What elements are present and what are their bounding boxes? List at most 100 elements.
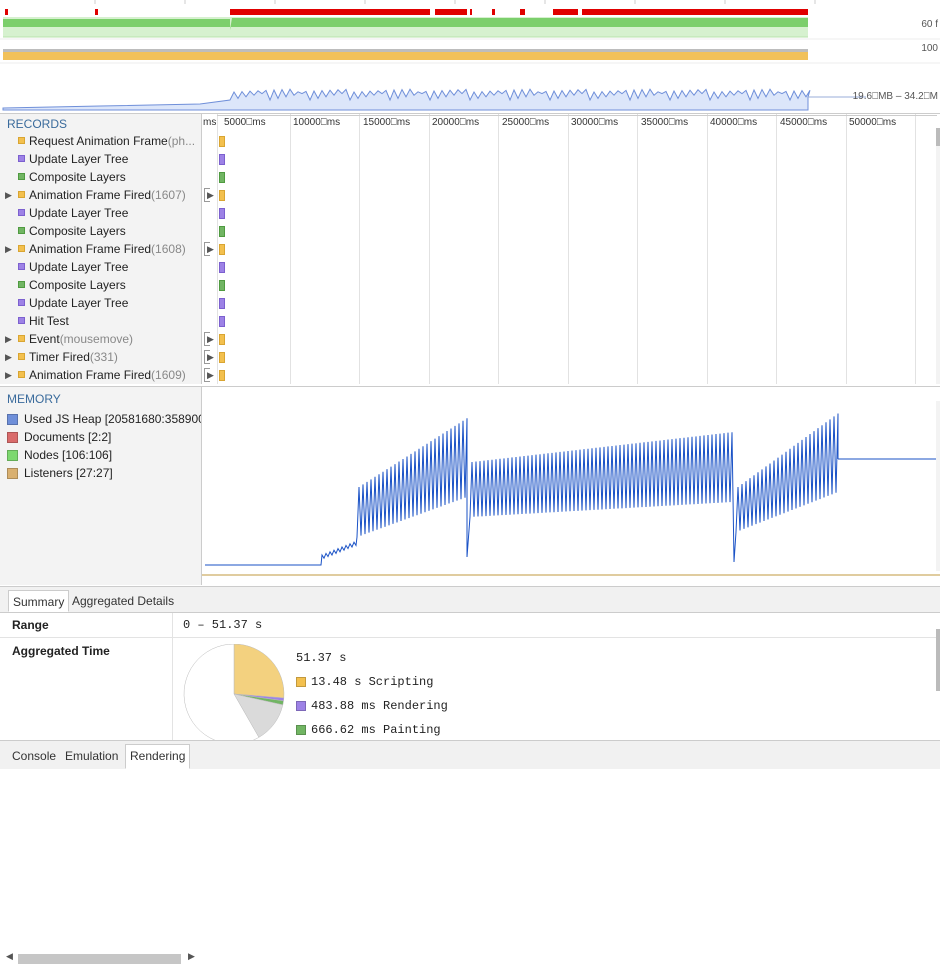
expand-arrow-icon[interactable]: ▶ [207,334,214,345]
record-bar[interactable] [219,298,225,309]
overview-graphs [0,0,940,111]
expand-arrow-icon[interactable]: ▶ [207,244,214,255]
grid-line [217,114,218,384]
grid-time-label: 10000⎕ms [293,117,341,128]
record-bar[interactable] [219,244,225,255]
record-bar[interactable] [219,226,225,237]
record-row[interactable]: Update Layer Tree [0,258,201,276]
details-scrollbar[interactable] [936,629,940,691]
record-row[interactable]: ▶ Animation Frame Fired(1608) [0,240,201,258]
scrollbar-thumb[interactable] [18,954,181,964]
record-row[interactable]: Update Layer Tree [0,204,201,222]
grid-time-label: 20000⎕ms [432,117,480,128]
expand-arrow-icon[interactable]: ▶ [207,370,214,381]
counter-label: Used JS Heap [20581680:3589004 [24,412,201,426]
record-name: Composite Layers [29,170,126,184]
memory-graph[interactable] [202,386,940,585]
drawer-tabbar: Console Emulation Rendering [0,740,940,769]
record-bar[interactable] [219,136,225,147]
record-color-swatch [18,335,25,342]
record-detail: (1609) [151,368,186,382]
memory-counter[interactable]: Listeners [27:27] [7,464,201,482]
expand-arrow-icon[interactable]: ▶ [5,240,12,258]
record-row[interactable]: ▶ Event(mousemove) [0,330,201,348]
record-bar[interactable] [219,316,225,327]
record-row[interactable]: Composite Layers [0,222,201,240]
record-row[interactable]: Composite Layers [0,276,201,294]
tab-rendering[interactable]: Rendering [125,744,191,769]
memory-counter[interactable]: Used JS Heap [20581680:3589004 [7,410,201,428]
record-color-swatch [18,227,25,234]
expand-arrow-icon[interactable]: ▶ [207,190,214,201]
tab-emulation[interactable]: Emulation [61,745,122,767]
memory-heap-chart [202,413,940,576]
record-color-swatch [18,209,25,216]
records-title: RECORDS [7,117,68,131]
counter-checkbox[interactable] [7,432,18,443]
tab-summary[interactable]: Summary [8,590,70,612]
record-bar[interactable] [219,154,225,165]
memory-horizontal-scrollbar[interactable]: ◀ ▶ [6,951,196,965]
record-bar[interactable] [219,262,225,273]
grid-time-label: 5000⎕ms [224,117,266,128]
counter-label: Listeners [27:27] [24,466,113,480]
expand-arrow-icon[interactable]: ▶ [207,352,214,363]
aggregated-pie-chart [183,644,285,741]
record-row[interactable]: ▶ Timer Fired(331) [0,348,201,366]
record-detail: (331) [89,350,118,364]
record-name: Update Layer Tree [29,152,129,166]
fps-scale-label: 60 f [921,19,938,30]
memory-counter[interactable]: Nodes [106:106] [7,446,201,464]
legend-swatch [296,677,306,687]
scrollbar-thumb[interactable] [936,128,940,146]
timeline-ruler-line [217,115,937,116]
record-color-swatch [18,281,25,288]
expand-arrow-icon[interactable]: ▶ [5,348,12,366]
timeline-overview[interactable]: 60 f 100 19.6⎕MB – 34.2⎕M [0,0,940,114]
record-bar[interactable] [219,334,225,345]
record-bar[interactable] [219,370,225,381]
counter-checkbox[interactable] [7,468,18,479]
record-name-text: Animation Frame Fired [29,188,152,202]
record-name: Update Layer Tree [29,260,129,274]
scroll-right-icon[interactable]: ▶ [188,951,195,962]
timeline-scrollbar[interactable] [936,128,940,384]
record-name-text: Request Animation Frame [29,134,168,148]
expand-arrow-icon[interactable]: ▶ [5,186,12,204]
grid-line [498,114,499,384]
aggregated-time-label: Aggregated Time [12,644,110,658]
record-bar[interactable] [219,172,225,183]
grid-line [846,114,847,384]
record-color-swatch [18,137,25,144]
record-row[interactable]: Composite Layers [0,168,201,186]
tab-aggregated-details[interactable]: Aggregated Details [68,590,178,612]
record-bar[interactable] [219,190,225,201]
record-bar[interactable] [219,352,225,363]
expand-arrow-icon[interactable]: ▶ [5,330,12,348]
aggregated-total: 51.37 s [296,651,347,665]
record-color-swatch [18,299,25,306]
tab-console[interactable]: Console [8,745,60,767]
counter-checkbox[interactable] [7,414,18,425]
expand-arrow-icon[interactable]: ▶ [5,366,12,384]
record-row[interactable]: Update Layer Tree [0,150,201,168]
record-name-text: Event [29,332,60,346]
memory-counter[interactable]: Documents [2:2] [7,428,201,446]
record-bar[interactable] [219,280,225,291]
record-row[interactable]: Request Animation Frame(ph... [0,132,201,150]
records-timeline[interactable]: ms 5000⎕ms 10000⎕ms 15000⎕ms 20000⎕ms 25000⎕… [202,114,940,384]
memory-title: MEMORY [7,392,61,406]
record-row[interactable]: Update Layer Tree [0,294,201,312]
record-row[interactable]: ▶ Animation Frame Fired(1607) [0,186,201,204]
grid-line [637,114,638,384]
record-name-text: Animation Frame Fired [29,242,152,256]
counter-checkbox[interactable] [7,450,18,461]
record-color-swatch [18,245,25,252]
record-row[interactable]: Hit Test [0,312,201,330]
legend-swatch [296,725,306,735]
record-row[interactable]: ▶ Animation Frame Fired(1609) [0,366,201,384]
memory-scrollbar[interactable] [936,401,940,571]
legend-text: 483.88 ms Rendering [311,699,448,713]
scroll-left-icon[interactable]: ◀ [6,951,13,962]
record-bar[interactable] [219,208,225,219]
